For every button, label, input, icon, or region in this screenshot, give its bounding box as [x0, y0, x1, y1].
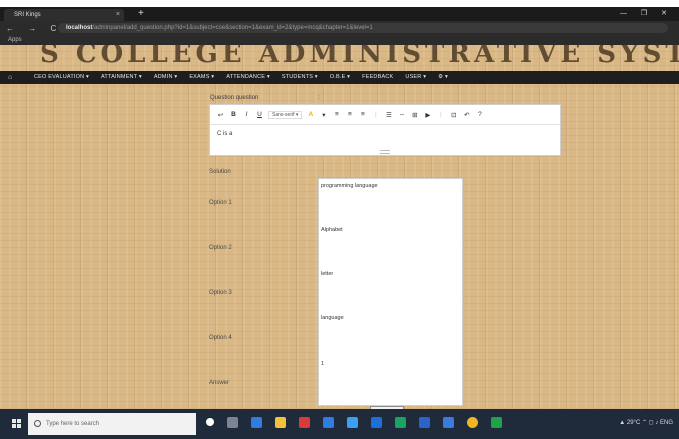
store-icon[interactable]	[371, 417, 382, 428]
system-tray[interactable]: ▲ 29°C ⌃ ◻ ♪ ENG	[619, 419, 673, 426]
app-icon-4[interactable]	[395, 417, 406, 428]
option4-field[interactable]: language	[321, 315, 344, 321]
file-explorer-icon[interactable]	[275, 417, 286, 428]
option1-label: Option 1	[209, 200, 232, 206]
solution-label: Solution	[209, 169, 231, 175]
home-icon[interactable]: ⌂	[8, 71, 12, 84]
search-icon	[34, 420, 41, 427]
option2-field[interactable]: Alphabet	[321, 227, 343, 233]
app-icon-6[interactable]	[491, 417, 502, 428]
menu-item-students[interactable]: STUDENTS ▾	[282, 71, 318, 84]
align-icon[interactable]: ☰	[384, 111, 393, 119]
main-menu-bar: ⌂ CEO EVALUATION ▾ ATTAINMENT ▾ ADMIN ▾ …	[0, 71, 679, 84]
link-icon[interactable]: ⇔	[397, 111, 406, 118]
options-panel[interactable]: programming language Alphabet letter lan…	[318, 178, 463, 406]
url-host: localhost	[66, 25, 93, 31]
taskbar-search-input[interactable]: Type here to search	[28, 413, 196, 435]
video-icon[interactable]: ▶	[423, 111, 432, 119]
editor-resize-handle[interactable]	[380, 150, 390, 154]
option1-field[interactable]: programming language	[321, 183, 378, 189]
menu-item-exams[interactable]: EXAMS ▾	[189, 71, 214, 84]
search-placeholder: Type here to search	[46, 421, 100, 427]
unordered-list-icon[interactable]: ≡	[332, 111, 341, 118]
menu-item-obe[interactable]: O.B.E ▾	[330, 71, 350, 84]
ordered-list-icon[interactable]: ≡	[345, 111, 354, 118]
question-colon: :	[318, 95, 320, 101]
help-icon[interactable]: ?	[475, 111, 484, 118]
menu-item-attainment[interactable]: ATTAINMENT ▾	[101, 71, 142, 84]
app-icon-2[interactable]	[299, 417, 310, 428]
chrome-icon[interactable]	[467, 417, 478, 428]
toolbar-separator: |	[375, 111, 377, 118]
undo-icon[interactable]: ↩	[216, 111, 225, 119]
toolbar-separator: |	[440, 111, 442, 118]
menu-item-settings[interactable]: ⚙ ▾	[438, 71, 448, 84]
tab-close-icon[interactable]: ×	[116, 9, 120, 21]
os-taskbar: Type here to search ▲ 29°C ⌃ ◻ ♪ ENG	[0, 409, 679, 439]
option3-field[interactable]: letter	[321, 271, 333, 277]
app-icon-3[interactable]	[347, 417, 358, 428]
option2-label: Option 2	[209, 245, 232, 251]
app-icon-1[interactable]	[251, 417, 262, 428]
app-icon-5[interactable]	[443, 417, 454, 428]
question-label: Question question	[210, 95, 259, 101]
answer-label: Answer	[209, 380, 230, 386]
address-bar-row: ← → C ⓘ localhost/adminpanel/add_questio…	[0, 21, 679, 35]
option3-label: Option 3	[209, 290, 232, 296]
fullscreen-icon[interactable]: ⊡	[449, 111, 458, 119]
question-editor[interactable]: ↩ B I U Sans-serif ▾ A ▾ ≡ ≡ ≡ | ☰ ⇔ ⊞ ▶…	[209, 104, 561, 156]
menu-item-ceo-evaluation[interactable]: CEO EVALUATION ▾	[34, 71, 89, 84]
menu-item-attendance[interactable]: ATTENDANCE ▾	[226, 71, 270, 84]
windows-start-icon[interactable]	[12, 419, 22, 429]
word-icon[interactable]	[419, 417, 430, 428]
menu-item-admin[interactable]: ADMIN ▾	[154, 71, 177, 84]
new-tab-button[interactable]: +	[138, 9, 144, 19]
answer-field[interactable]: 1	[321, 361, 324, 367]
site-banner: S COLLEGE ADMINISTRATIVE SYST	[0, 45, 679, 67]
taskbar-apps	[206, 417, 502, 428]
font-family-select[interactable]: Sans-serif ▾	[268, 110, 303, 119]
tab-title: SRI Kings	[14, 12, 41, 18]
menu-item-feedback[interactable]: FEEDBACK	[362, 71, 393, 84]
banner-title: S COLLEGE ADMINISTRATIVE SYST	[40, 45, 679, 67]
mail-icon[interactable]	[323, 417, 334, 428]
bookmarks-bar[interactable]: Apps	[0, 35, 679, 45]
code-view-icon[interactable]: ↶	[462, 111, 471, 119]
cortana-icon[interactable]	[206, 418, 214, 426]
font-color-dropdown-icon[interactable]: ▾	[319, 111, 328, 119]
url-path: /adminpanel/add_question.php?id=1&subjec…	[92, 25, 373, 31]
underline-button[interactable]: U	[255, 111, 264, 118]
paragraph-icon[interactable]: ≡	[358, 111, 367, 118]
option4-label: Option 4	[209, 335, 232, 341]
bold-button[interactable]: B	[229, 111, 238, 118]
italic-button[interactable]: I	[242, 111, 251, 118]
browser-tab[interactable]: SRI Kings ×	[4, 9, 124, 21]
editor-toolbar: ↩ B I U Sans-serif ▾ A ▾ ≡ ≡ ≡ | ☰ ⇔ ⊞ ▶…	[210, 105, 560, 125]
menu-items: CEO EVALUATION ▾ ATTAINMENT ▾ ADMIN ▾ EX…	[34, 71, 448, 84]
url-input[interactable]: localhost/adminpanel/add_question.php?id…	[58, 23, 668, 33]
task-view-icon[interactable]	[227, 417, 238, 428]
page-body: S COLLEGE ADMINISTRATIVE SYST ⌂ CEO EVAL…	[0, 45, 679, 417]
editor-text[interactable]: C is a	[217, 131, 232, 137]
browser-tab-bar: SRI Kings × + — ❐ ✕	[0, 7, 679, 21]
window-controls[interactable]: — ❐ ✕	[620, 9, 673, 17]
menu-item-user[interactable]: USER ▾	[405, 71, 426, 84]
font-color-button[interactable]: A	[306, 111, 315, 118]
table-icon[interactable]: ⊞	[410, 111, 419, 119]
